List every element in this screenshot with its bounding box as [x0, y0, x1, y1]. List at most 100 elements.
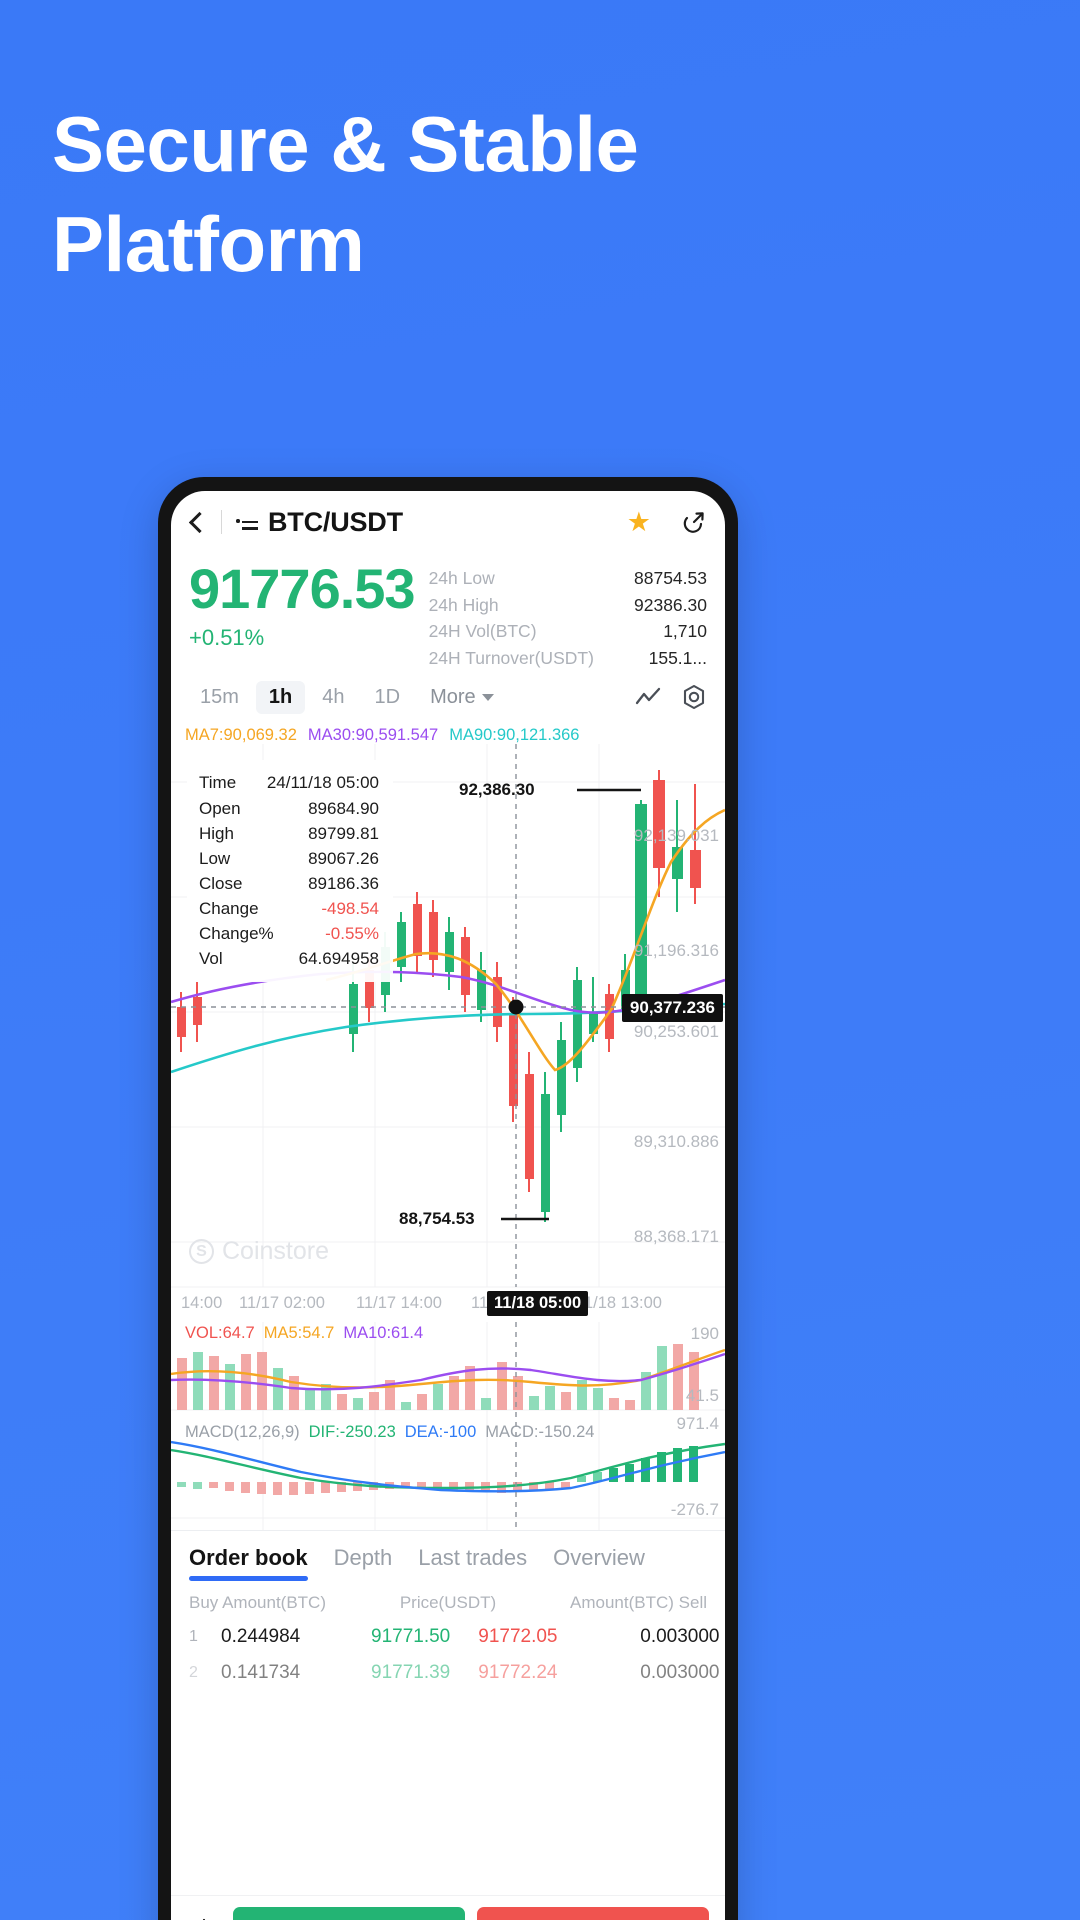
y-axis-label: 90,253.601: [633, 1022, 719, 1042]
time-label: 11/18 13:00: [576, 1294, 662, 1313]
y-axis-label: 88,368.171: [633, 1227, 719, 1247]
stat-label: 24H Turnover(USDT): [428, 647, 594, 668]
ohlc-key: Open: [199, 798, 241, 818]
tab-order-book[interactable]: Order book: [189, 1545, 308, 1582]
interval-4h[interactable]: 4h: [309, 681, 357, 714]
volume-axis-bottom: 41.5: [685, 1386, 719, 1406]
ohlc-value: 89684.90: [308, 798, 379, 818]
stat-value: 92386.30: [634, 594, 707, 615]
sell-amount: 0.003000: [640, 1626, 720, 1648]
ohlc-value: 64.694958: [298, 949, 379, 969]
price-chart[interactable]: MA7:90,069.32 MA30:90,591.547 MA90:90,12…: [171, 722, 725, 1323]
stat-row: 24h Low 88754.53: [429, 565, 707, 592]
back-chevron-icon[interactable]: [185, 511, 207, 533]
stat-row: 24H Turnover(USDT) 155.1...: [429, 645, 707, 672]
ohlc-tooltip: Time 24/11/18 05:00 Open 89684.90 High 8979…: [187, 760, 393, 982]
stat-value: 1,710: [663, 621, 707, 642]
interval-more-label: More: [430, 686, 476, 709]
macd-legend-dea: DEA:-100: [404, 1423, 477, 1442]
time-label: 11/17 02:00: [239, 1294, 325, 1313]
ma30-legend: MA30:90,591.547: [307, 726, 439, 745]
ohlc-key: Close: [199, 874, 243, 893]
line-chart-icon[interactable]: [633, 683, 663, 713]
sell-button[interactable]: Sell: [477, 1906, 709, 1920]
volume-axis-top: 190: [690, 1324, 719, 1344]
interval-15m[interactable]: 15m: [187, 681, 252, 714]
row-index: 2: [189, 1664, 198, 1682]
stat-value: 155.1...: [648, 647, 707, 668]
crosshair-time-tag: 11/18 05:00: [487, 1291, 589, 1317]
bid-price: 91771.50: [371, 1626, 451, 1648]
ticker-block: 91776.53 +0.51% 24h Low 88754.53 24h Hig…: [171, 553, 725, 671]
tab-overview[interactable]: Overview: [553, 1545, 645, 1581]
time-label: 11/17 14:00: [356, 1294, 442, 1313]
time-axis: 14:00 11/17 02:00 11/17 14:00 11/1 11/18…: [171, 1290, 725, 1320]
y-axis-label: 89,310.886: [633, 1132, 719, 1152]
y-axis-label: 91,196.316: [633, 941, 719, 961]
stat-row: 24H Vol(BTC) 1,710: [429, 618, 707, 645]
ma90-legend: MA90:90,121.366: [449, 726, 580, 745]
app-header: BTC/USDT ★: [171, 491, 725, 553]
app-screen: BTC/USDT ★ 91776.53 +0.51% 24h Low 88754…: [171, 491, 725, 1920]
table-row[interactable]: 1 0.244984 91771.50 91772.05 0.003000 1: [171, 1619, 725, 1655]
coinstore-logo-icon: S: [189, 1239, 214, 1265]
ohlc-value: 24/11/18 05:00: [266, 773, 379, 793]
share-icon[interactable]: [681, 509, 707, 535]
stat-label: 24H Vol(BTC): [428, 621, 537, 642]
sell-amount: 0.003000: [640, 1662, 720, 1684]
vol-legend-ma10: MA10:61.4: [343, 1324, 424, 1343]
orderbook-header-price: Price(USDT): [399, 1593, 497, 1613]
ohlc-key: Change: [199, 899, 259, 919]
time-label: 14:00: [181, 1294, 223, 1313]
buy-button[interactable]: Buy: [233, 1906, 465, 1920]
tab-depth[interactable]: Depth: [334, 1545, 393, 1581]
vol-legend-vol: VOL:64.7: [185, 1324, 255, 1343]
last-price: 91776.53: [189, 557, 416, 620]
stat-value: 88754.53: [634, 568, 707, 588]
row-index-right: 1: [720, 1628, 726, 1646]
interval-1d[interactable]: 1D: [362, 681, 414, 714]
ma7-legend: MA7:90,069.32: [185, 726, 297, 745]
bottom-action-bar: Buy Sell: [171, 1895, 725, 1920]
ticker-stats: 24h Low 88754.53 24h High 92386.30 24H V…: [429, 559, 707, 671]
interval-bar: 15m 1h 4h 1D More: [171, 671, 725, 722]
macd-legend: MACD(12,26,9) DIF:-250.23 DEA:-100 MACD:…: [185, 1423, 594, 1442]
ohlc-value: 89799.81: [308, 823, 379, 843]
tab-last-trades[interactable]: Last trades: [418, 1545, 527, 1581]
stat-row: 24h High 92386.30: [429, 592, 707, 619]
wallet-icon[interactable]: [187, 1915, 221, 1920]
interval-more-button[interactable]: More: [417, 681, 507, 714]
ohlc-key: High: [199, 823, 234, 843]
bid-price: 91771.39: [371, 1662, 451, 1684]
chart-settings-icon[interactable]: [679, 683, 709, 713]
ohlc-key: Change%: [199, 924, 274, 944]
macd-pane[interactable]: MACD(12,26,9) DIF:-250.23 DEA:-100 MACD:…: [171, 1414, 725, 1531]
table-row[interactable]: 2 0.141734 91771.39 91772.24 0.003000 2: [171, 1655, 725, 1691]
star-icon[interactable]: ★: [627, 508, 651, 536]
orderbook-section: Order book Depth Last trades Overview Bu…: [171, 1530, 725, 1691]
order-list-icon[interactable]: [236, 513, 258, 531]
ask-price: 91772.24: [478, 1662, 558, 1684]
macd-legend-macd: MACD:-150.24: [485, 1423, 595, 1442]
macd-legend-title: MACD(12,26,9): [185, 1423, 300, 1442]
stat-label: 24h High: [428, 594, 499, 615]
y-axis-label: 92,139.031: [633, 826, 719, 846]
interval-1h[interactable]: 1h: [255, 681, 306, 715]
promo-headline: Secure & Stable Platform: [52, 95, 952, 295]
ma-legend: MA7:90,069.32 MA30:90,591.547 MA90:90,12…: [185, 726, 579, 745]
pair-title[interactable]: BTC/USDT: [268, 507, 403, 538]
crosshair-price-tag: 90,377.236: [621, 994, 723, 1023]
orderbook-header-sell: Amount(BTC) Sell: [570, 1593, 707, 1613]
ohlc-value: -498.54: [321, 899, 379, 919]
orderbook-headers: Buy Amount(BTC) Price(USDT) Amount(BTC) …: [171, 1581, 725, 1619]
row-index: 1: [189, 1628, 198, 1646]
ohlc-value: -0.55%: [325, 924, 379, 944]
phone-mockup: BTC/USDT ★ 91776.53 +0.51% 24h Low 88754…: [158, 477, 738, 1920]
volume-pane[interactable]: VOL:64.7 MA5:54.7 MA10:61.4 190 41.5: [171, 1322, 725, 1423]
ohlc-key: Low: [199, 848, 231, 868]
buy-amount: 0.244984: [221, 1626, 301, 1648]
header-divider: [221, 510, 222, 534]
stat-label: 24h Low: [428, 568, 495, 588]
vol-legend-ma5: MA5:54.7: [263, 1324, 335, 1343]
promo-headline-line1: Secure & Stable: [52, 100, 639, 188]
